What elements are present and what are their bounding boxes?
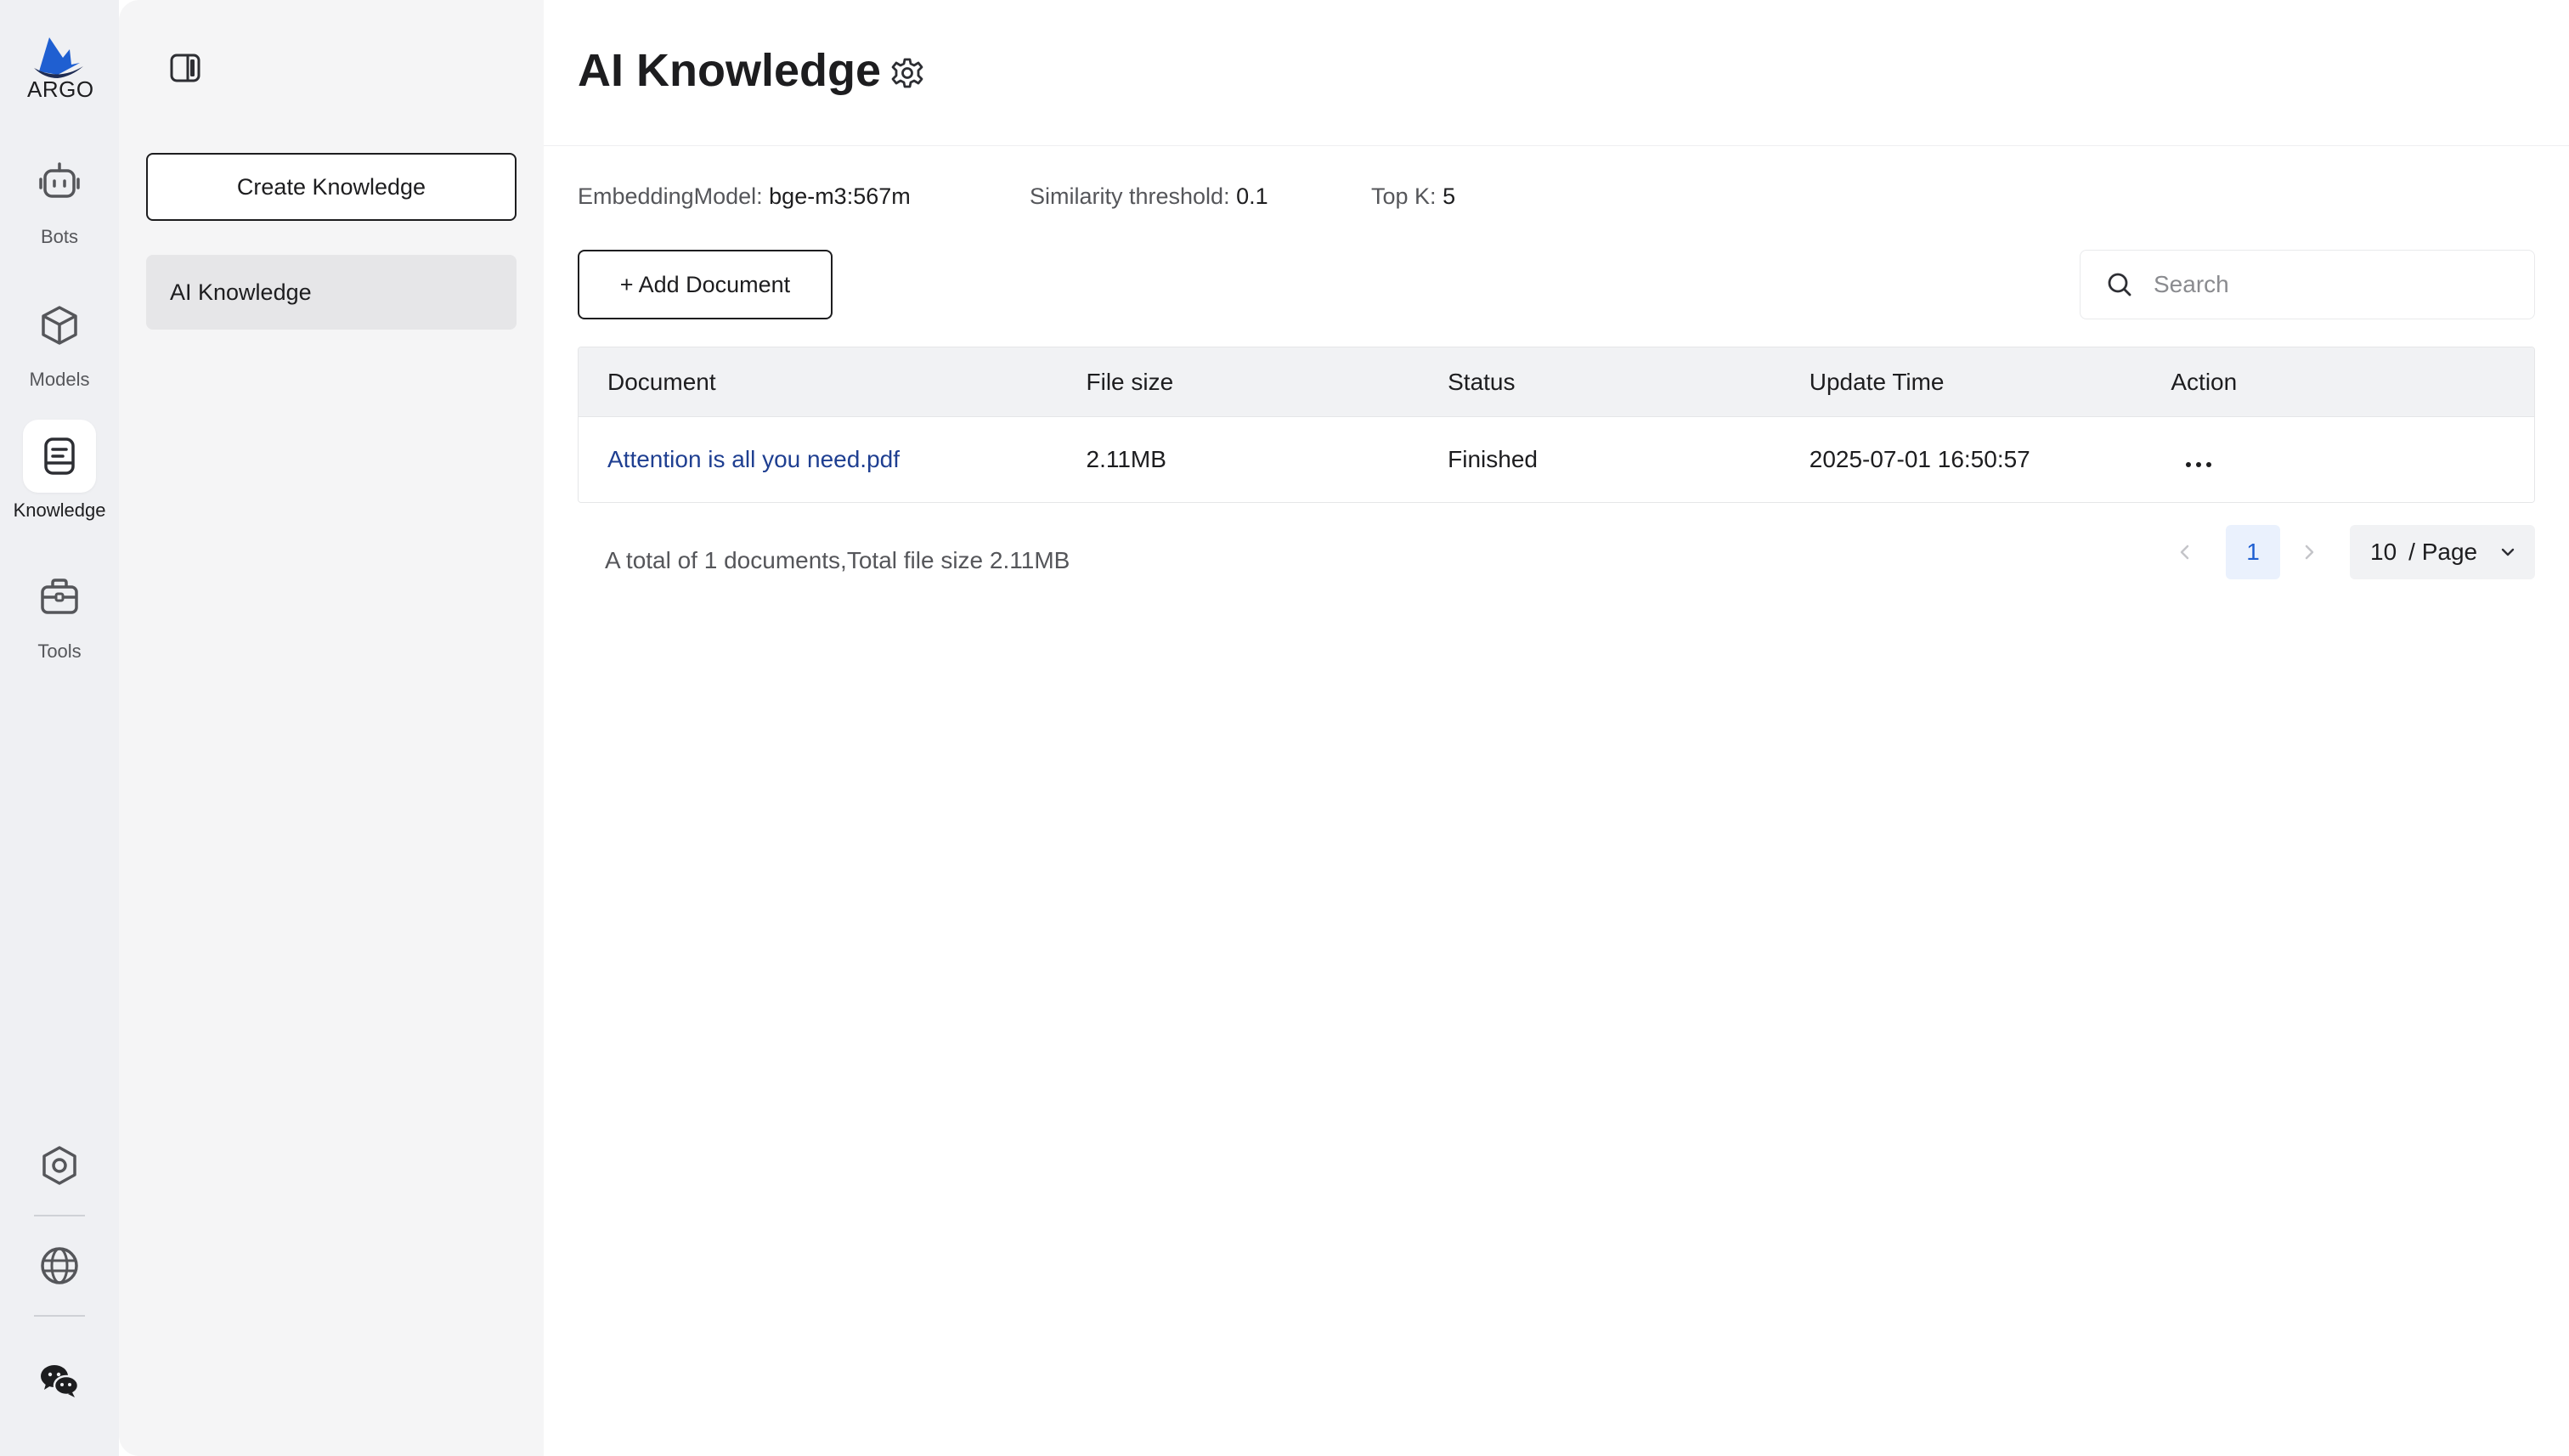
wechat-button[interactable] — [37, 1359, 82, 1403]
embedding-model-info: EmbeddingModel: bge-m3:567m — [578, 183, 911, 210]
chevron-right-icon — [2305, 545, 2314, 560]
column-header-action: Action — [2171, 368, 2238, 395]
rail-label: Bots — [40, 226, 79, 247]
chevron-down-icon — [2501, 548, 2515, 556]
rail-label: Knowledge — [13, 499, 106, 521]
chevron-left-icon — [2180, 545, 2189, 560]
argo-logo[interactable]: ARGO — [24, 34, 95, 105]
page-title: AI Knowledge — [578, 45, 882, 96]
rail-item-bots[interactable]: Bots — [0, 146, 119, 248]
knowledge-settings-button[interactable] — [890, 56, 924, 90]
similarity-threshold-label: Similarity threshold: — [1030, 183, 1230, 209]
cube-icon — [42, 306, 77, 345]
more-actions-button[interactable] — [2171, 457, 2212, 472]
documents-table: Document File size Status Update Time Ac… — [578, 347, 2535, 503]
page-size-value: 10 — [2370, 539, 2397, 565]
search-icon — [2108, 273, 2131, 296]
table-row: Attention is all you need.pdf 2.11MB Fin… — [579, 417, 2534, 502]
toolbox-icon — [41, 578, 78, 614]
settings-hex-button[interactable] — [37, 1143, 82, 1188]
update-time-cell: 2025-07-01 16:50:57 — [1809, 446, 2030, 472]
knowledge-panel: Create Knowledge AI Knowledge — [119, 0, 544, 1456]
settings-hex-icon — [42, 1146, 76, 1185]
bot-icon — [39, 162, 80, 198]
rail-label: Tools — [37, 641, 82, 662]
embedding-model-value: bge-m3:567m — [769, 183, 911, 209]
column-header-document[interactable]: Document — [579, 369, 1087, 396]
column-header-update-time[interactable]: Update Time — [1810, 369, 2171, 396]
column-header-status[interactable]: Status — [1448, 369, 1810, 396]
prev-page-button[interactable] — [2168, 525, 2202, 579]
rail-item-tools[interactable]: Tools — [0, 561, 119, 663]
column-header-file-size[interactable]: File size — [1087, 369, 1448, 396]
status-cell: Finished — [1448, 446, 1538, 472]
toggle-panel-button[interactable] — [168, 51, 202, 85]
rail-label: Models — [29, 369, 90, 390]
search-input[interactable] — [2154, 271, 2510, 298]
ellipsis-icon — [2186, 462, 2192, 467]
top-k-info: Top K: 5 — [1371, 183, 1455, 210]
create-knowledge-button[interactable]: Create Knowledge — [146, 153, 517, 221]
file-size-cell: 2.11MB — [1086, 446, 1166, 472]
knowledge-item-ai-knowledge[interactable]: AI Knowledge — [146, 255, 517, 330]
documents-summary: A total of 1 documents,Total file size 2… — [605, 547, 1070, 573]
rail-item-models[interactable]: Models — [0, 289, 119, 391]
top-k-label: Top K: — [1371, 183, 1437, 209]
embedding-model-label: EmbeddingModel: — [578, 183, 763, 209]
globe-icon — [41, 1247, 78, 1284]
rail-divider — [34, 1215, 85, 1216]
knowledge-item-label: AI Knowledge — [170, 279, 312, 305]
document-link[interactable]: Attention is all you need.pdf — [607, 446, 900, 472]
similarity-threshold-value: 0.1 — [1236, 183, 1268, 209]
page-size-select[interactable]: 10 / Page — [2350, 525, 2535, 579]
wechat-icon — [41, 1365, 80, 1397]
main-content: AI Knowledge EmbeddingModel: bge-m3:567m… — [544, 0, 2569, 1456]
logo-text: ARGO — [27, 76, 94, 102]
similarity-threshold-info: Similarity threshold: 0.1 — [1030, 183, 1268, 210]
rail-divider — [34, 1315, 85, 1317]
top-k-value: 5 — [1443, 183, 1456, 209]
gear-icon — [891, 58, 923, 88]
left-rail: ARGO Bots Models Knowledge Tools — [0, 0, 119, 1456]
page-header: AI Knowledge — [544, 0, 2569, 146]
knowledge-icon — [44, 437, 75, 475]
page-number-1[interactable]: 1 — [2226, 525, 2280, 579]
search-box[interactable] — [2080, 250, 2535, 319]
language-button[interactable] — [37, 1244, 82, 1288]
sidebar-toggle-icon — [170, 54, 200, 82]
table-header: Document File size Status Update Time Ac… — [579, 347, 2534, 417]
add-document-button[interactable]: + Add Document — [578, 250, 833, 319]
page-size-suffix: / Page — [2408, 539, 2478, 565]
rail-item-knowledge[interactable]: Knowledge — [0, 420, 119, 522]
next-page-button[interactable] — [2292, 525, 2326, 579]
